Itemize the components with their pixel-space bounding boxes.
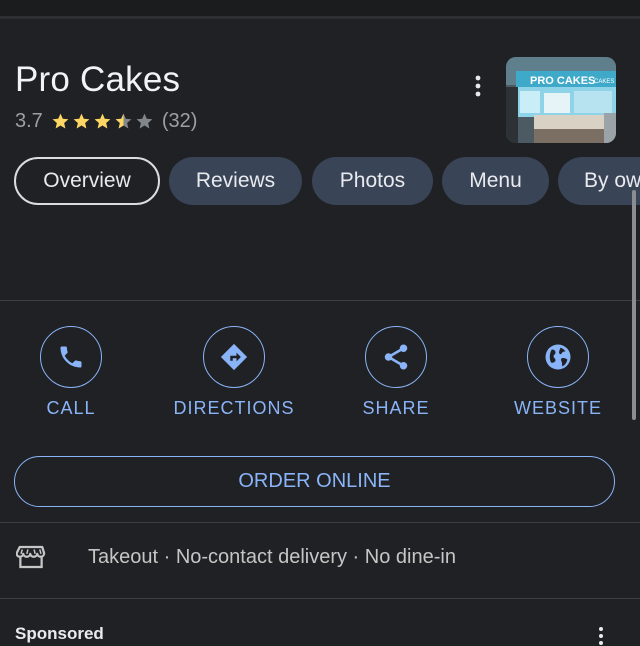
share-button[interactable] (365, 326, 427, 388)
tab-overview[interactable]: Overview (14, 157, 160, 205)
more-vert-icon[interactable] (597, 626, 605, 646)
rating-value: 3.7 (15, 110, 43, 132)
divider (0, 598, 640, 599)
review-count: (32) (161, 110, 198, 132)
rating-stars (51, 112, 156, 131)
more-vert-icon[interactable] (468, 72, 488, 100)
service-options-text: Takeout · No-contact delivery · No dine-… (88, 545, 456, 568)
service-options-row: Takeout · No-contact delivery · No dine-… (16, 542, 456, 572)
directions-button[interactable] (203, 326, 265, 388)
star-icon (52, 113, 69, 129)
website-button[interactable] (527, 326, 589, 388)
tab-bar: Overview Reviews Photos Menu By ow (14, 157, 640, 205)
photo-sign-small-text: CAKES (594, 79, 614, 85)
directions-label: DIRECTIONS (173, 398, 295, 418)
directions-action[interactable]: DIRECTIONS (164, 326, 304, 419)
divider (0, 522, 640, 523)
call-action[interactable]: CALL (1, 326, 141, 419)
share-icon (384, 344, 408, 370)
star-icon (94, 113, 111, 129)
call-button[interactable] (40, 326, 102, 388)
storefront-icon (16, 545, 46, 569)
order-online-button[interactable]: ORDER ONLINE (14, 456, 615, 507)
directions-icon (220, 343, 248, 371)
star-half-icon (115, 113, 132, 129)
star-empty-icon (136, 113, 153, 129)
rating-row[interactable]: 3.7 (32) (15, 110, 197, 133)
share-label: SHARE (362, 398, 430, 418)
top-strip (0, 0, 640, 16)
place-photo[interactable]: PRO CAKES CAKES (506, 57, 616, 143)
photo-sign-text: PRO CAKES (530, 75, 595, 87)
storefront-photo-image: PRO CAKES CAKES (506, 57, 616, 143)
tab-photos[interactable]: Photos (312, 157, 433, 205)
sheet-drag-edge[interactable] (0, 16, 640, 19)
phone-icon (60, 346, 82, 368)
tab-menu[interactable]: Menu (442, 157, 549, 205)
divider (0, 300, 640, 301)
share-action[interactable]: SHARE (326, 326, 466, 419)
star-icon (73, 113, 90, 129)
tab-by-owner[interactable]: By ow (558, 157, 640, 205)
sponsored-label: Sponsored (15, 624, 104, 643)
call-label: CALL (46, 398, 96, 418)
place-title: Pro Cakes (15, 60, 181, 99)
tab-reviews[interactable]: Reviews (169, 157, 302, 205)
website-label: WEBSITE (513, 398, 602, 418)
website-action[interactable]: WEBSITE (488, 326, 628, 419)
scrollbar[interactable] (632, 190, 636, 420)
globe-icon (545, 344, 571, 370)
